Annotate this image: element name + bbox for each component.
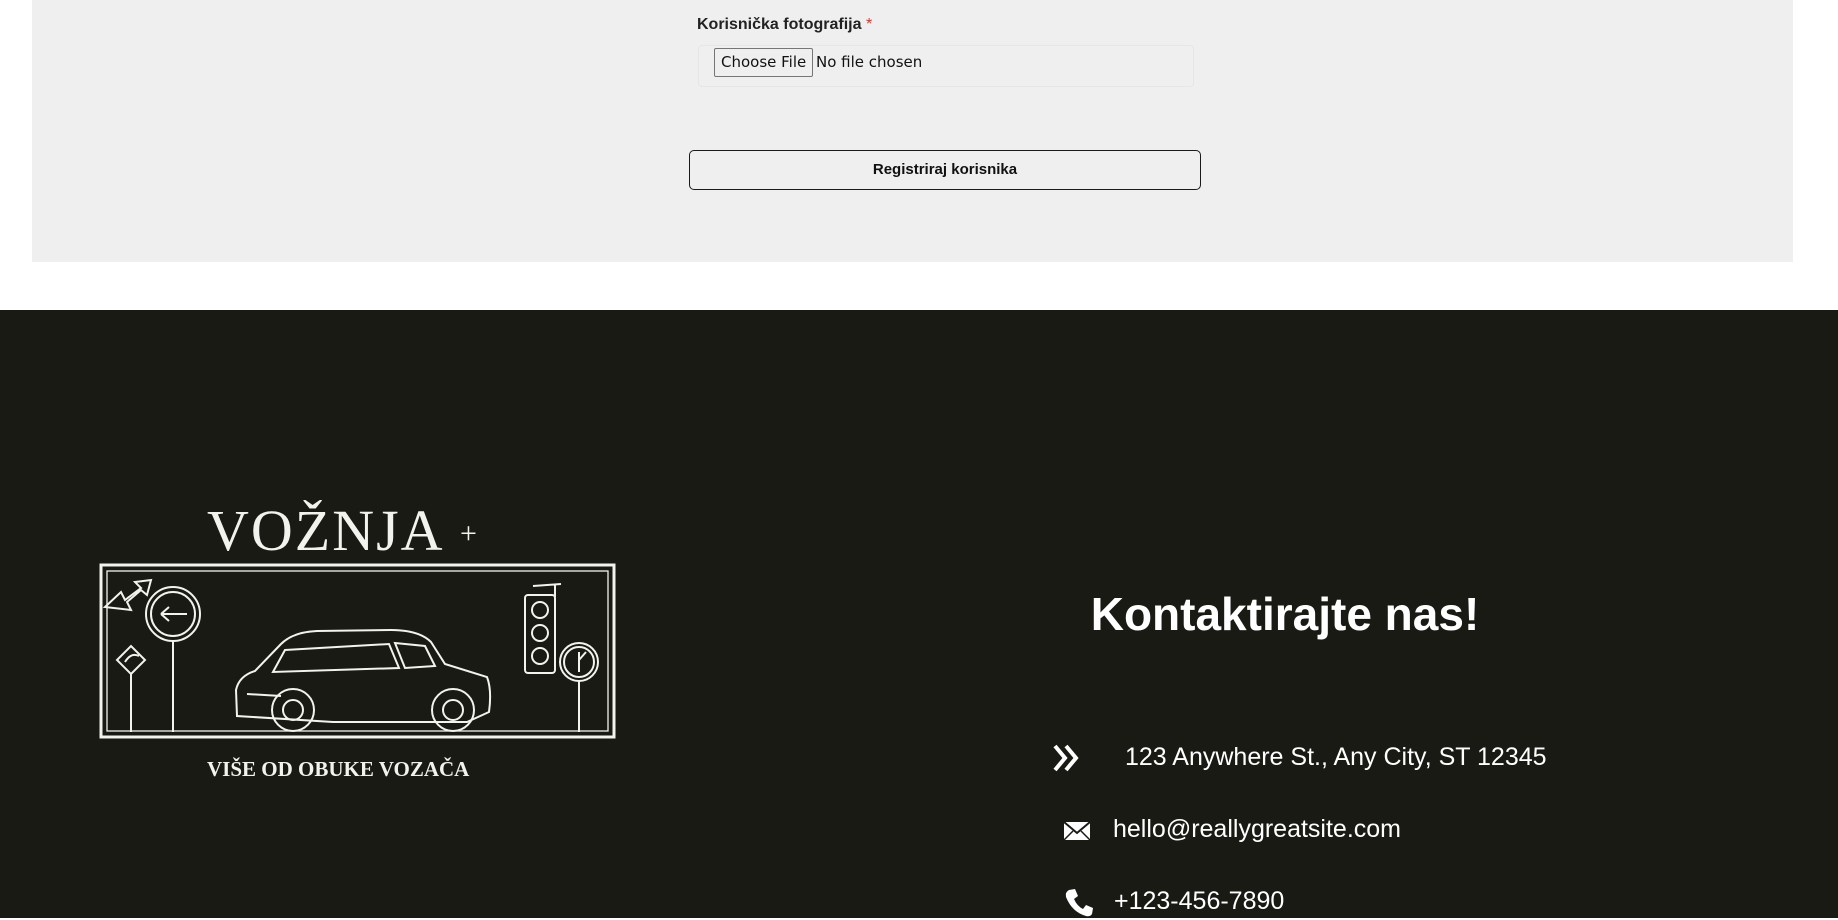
photo-field-label: Korisnička fotografija * xyxy=(697,16,872,34)
car-drawing-icon xyxy=(234,628,492,732)
register-user-button[interactable]: Registriraj korisnika xyxy=(689,150,1201,190)
logo: VOŽNJA + VIŠE OD OBUKE VOZAČA xyxy=(99,500,616,781)
envelope-icon xyxy=(1063,821,1091,841)
photo-field-label-text: Korisnička fotografija xyxy=(697,16,862,33)
arrow-sign-icon xyxy=(102,578,201,732)
contact-title: Kontaktirajte nas! xyxy=(1090,588,1480,640)
traffic-light-icon xyxy=(524,583,599,732)
logo-tagline: VIŠE OD OBUKE VOZAČA xyxy=(207,757,470,781)
contact-email[interactable]: hello@reallygreatsite.com xyxy=(1113,815,1401,844)
file-status-text: No file chosen xyxy=(816,53,923,71)
logo-plus: + xyxy=(460,517,477,550)
double-chevron-right-icon xyxy=(1053,744,1079,772)
required-asterisk: * xyxy=(865,16,873,33)
logo-frame xyxy=(99,563,616,739)
logo-title: VOŽNJA xyxy=(207,500,445,563)
site-footer: VOŽNJA + VIŠE OD OBUKE VOZAČA Kontaktira… xyxy=(0,310,1838,918)
photo-file-input[interactable]: Choose File No file chosen xyxy=(698,45,1194,87)
registration-form-panel: Korisnička fotografija * Choose File No … xyxy=(32,0,1793,262)
contact-address: 123 Anywhere St., Any City, ST 12345 xyxy=(1125,743,1547,771)
contact-phone[interactable]: +123-456-7890 xyxy=(1114,887,1284,916)
choose-file-button[interactable]: Choose File xyxy=(714,48,814,77)
phone-icon xyxy=(1065,889,1093,917)
